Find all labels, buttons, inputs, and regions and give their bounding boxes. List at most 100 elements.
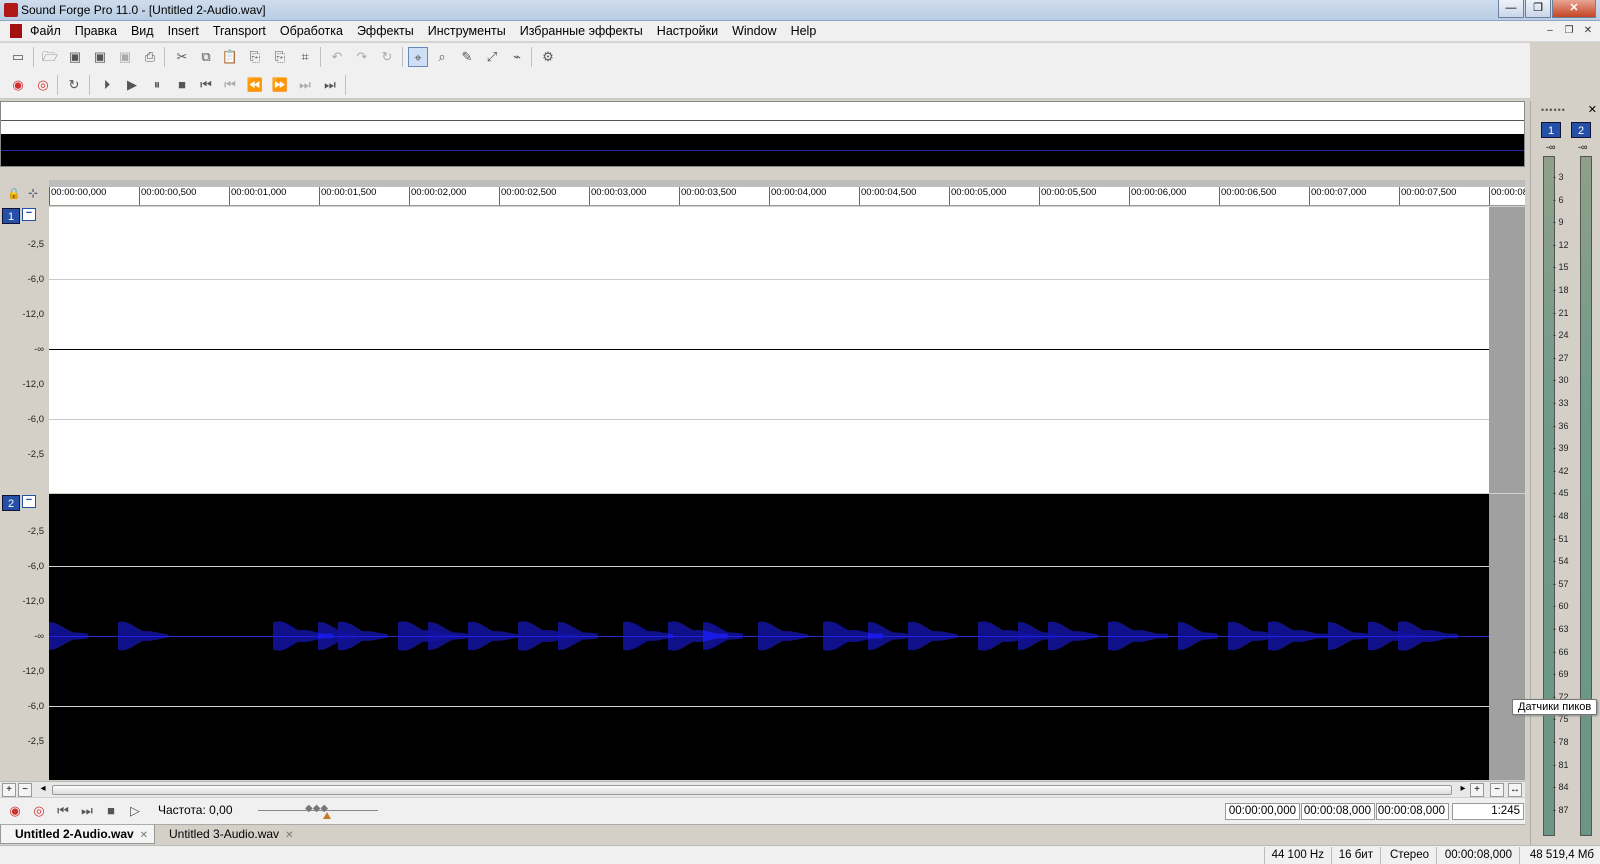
zoom-in-horizontal-button[interactable]: + (1470, 783, 1484, 797)
time-ruler[interactable]: 00:00:00,000 00:00:00,500 00:00:01,000 0… (49, 187, 1525, 206)
undo-icon[interactable]: ↶ (327, 47, 347, 67)
save-as-icon[interactable]: ▣ (90, 47, 110, 67)
record-icon[interactable]: ◉ (6, 802, 24, 820)
repeat-icon[interactable]: ↻ (377, 47, 397, 67)
ruler-tick: 00:00:04,500 (859, 187, 916, 205)
menu-process[interactable]: Обработка (280, 24, 343, 38)
plugin-icon[interactable]: ⚙ (538, 47, 558, 67)
zoom-out-horizontal-button[interactable]: − (1490, 783, 1504, 797)
go-to-end-icon[interactable]: ⏭ (320, 75, 340, 95)
go-to-end-icon[interactable]: ⏭ (78, 802, 96, 820)
lock-icon[interactable]: 🔒 (7, 187, 21, 200)
go-to-start-icon[interactable]: ⏮ (54, 802, 72, 820)
pause-icon[interactable]: ⏸ (147, 75, 167, 95)
record-arm-icon[interactable]: ◎ (33, 75, 53, 95)
meter-channel-2-badge[interactable]: 2 (1571, 122, 1591, 138)
save-icon[interactable]: ▣ (65, 47, 85, 67)
status-bar: 44 100 Hz 16 бит Стерео 00:00:08,000 48 … (0, 845, 1600, 864)
menu-insert[interactable]: Insert (168, 24, 199, 38)
peak-meters-tooltip: Датчики пиков (1512, 699, 1598, 715)
play-icon[interactable]: ▷ (126, 802, 144, 820)
menu-window[interactable]: Window (732, 24, 776, 38)
meters-grip[interactable]: •••••• (1541, 105, 1566, 115)
close-button[interactable]: ✕ (1552, 0, 1596, 18)
channel-1-badge[interactable]: 1 (2, 208, 20, 224)
channel-1-waveform[interactable] (49, 207, 1489, 493)
scroll-right-icon[interactable]: ▸ (1456, 783, 1470, 797)
pencil-tool-icon[interactable]: ✎ (457, 47, 477, 67)
new-icon[interactable]: ▭ (8, 47, 28, 67)
mix-icon[interactable]: ⎘ (270, 47, 290, 67)
envelope-tool-icon[interactable]: ⤢ (482, 47, 502, 67)
scroll-left-icon[interactable]: ◂ (36, 783, 50, 797)
open-icon[interactable]: 🗁 (40, 47, 60, 67)
waveform-burst (558, 622, 598, 650)
meters-close-icon[interactable]: ✕ (1588, 103, 1597, 116)
tab-untitled-3[interactable]: Untitled 3-Audio.wav ✕ (155, 825, 299, 844)
menu-effects[interactable]: Эффекты (357, 24, 414, 38)
snap-icon[interactable]: ⊹ (28, 186, 38, 200)
zoom-in-vertical-button[interactable]: + (2, 783, 16, 797)
print-icon[interactable]: ⎙ (140, 47, 160, 67)
channel-2-badge[interactable]: 2 (2, 495, 20, 511)
tab-close-icon[interactable]: ✕ (140, 830, 148, 841)
selection-length-field[interactable]: 00:00:08,000 (1376, 803, 1449, 820)
event-tool-icon[interactable]: ⌁ (507, 47, 527, 67)
channel-1-minimize-button[interactable]: − (22, 208, 36, 221)
record-icon[interactable]: ◉ (8, 75, 28, 95)
go-to-start-icon[interactable]: ⏮ (196, 75, 216, 95)
record-arm-icon[interactable]: ◎ (30, 802, 48, 820)
prev-marker-icon[interactable]: ⏮ (220, 75, 240, 95)
overview-bar[interactable] (0, 101, 1525, 167)
zoom-ratio-field[interactable]: 1:245 (1452, 803, 1524, 820)
tab-untitled-2[interactable]: Untitled 2-Audio.wav ✕ (0, 825, 156, 844)
trim-icon[interactable]: ⌗ (295, 47, 315, 67)
marker-bar[interactable] (49, 180, 1525, 187)
loop-icon[interactable]: ↻ (64, 75, 84, 95)
waveform-burst (1048, 621, 1098, 651)
doc-close-button[interactable]: ✕ (1580, 24, 1596, 38)
tab-close-icon[interactable]: ✕ (285, 830, 293, 841)
menu-favorites[interactable]: Избранные эффекты (520, 24, 643, 38)
channel-2-minimize-button[interactable]: − (22, 495, 36, 508)
stop-icon[interactable]: ■ (172, 75, 192, 95)
menu-edit[interactable]: Правка (75, 24, 117, 38)
paste-special-icon[interactable]: ⎘ (245, 47, 265, 67)
channel-1-end-area (1489, 207, 1525, 493)
fast-forward-icon[interactable]: ⏩ (270, 75, 290, 95)
cut-icon[interactable]: ✂ (172, 47, 192, 67)
doc-restore-button[interactable]: ❐ (1561, 24, 1577, 38)
doc-minimize-button[interactable]: – (1542, 24, 1558, 38)
render-icon[interactable]: ▣ (115, 47, 135, 67)
copy-icon[interactable]: ⧉ (196, 47, 216, 67)
minimize-button[interactable]: — (1498, 0, 1524, 18)
menu-tools[interactable]: Инструменты (428, 24, 506, 38)
redo-icon[interactable]: ↷ (352, 47, 372, 67)
menu-file[interactable]: Файл (30, 24, 61, 38)
zoom-fit-button[interactable]: ↔ (1508, 783, 1522, 797)
meter-channel-1-badge[interactable]: 1 (1541, 122, 1561, 138)
rewind-icon[interactable]: ⏪ (245, 75, 265, 95)
paste-icon[interactable]: 📋 (220, 47, 240, 67)
play-all-icon[interactable]: ⏵ (97, 75, 117, 95)
play-icon[interactable]: ▶ (122, 75, 142, 95)
db-label: -6,0 (27, 561, 44, 572)
magnify-tool-icon[interactable]: ⌕ (432, 47, 452, 67)
selection-start-field[interactable]: 00:00:00,000 (1225, 803, 1300, 820)
stop-icon[interactable]: ■ (102, 802, 120, 820)
app-icon[interactable] (4, 3, 18, 17)
document-icon[interactable] (10, 24, 22, 38)
zoom-out-vertical-button[interactable]: − (18, 783, 32, 797)
edit-tool-icon[interactable]: ⌖ (408, 47, 428, 67)
menu-transport[interactable]: Transport (213, 24, 266, 38)
menu-view[interactable]: Вид (131, 24, 154, 38)
channel-2-waveform[interactable] (49, 494, 1489, 780)
menu-options[interactable]: Настройки (657, 24, 718, 38)
selection-end-field[interactable]: 00:00:08,000 (1301, 803, 1375, 820)
waveform-burst (1328, 622, 1368, 650)
menu-help[interactable]: Help (791, 24, 817, 38)
next-marker-icon[interactable]: ⏭ (295, 75, 315, 95)
scroll-thumb[interactable] (52, 785, 1452, 795)
maximize-button[interactable]: ❐ (1525, 0, 1551, 18)
toolbar-separator (531, 47, 532, 67)
